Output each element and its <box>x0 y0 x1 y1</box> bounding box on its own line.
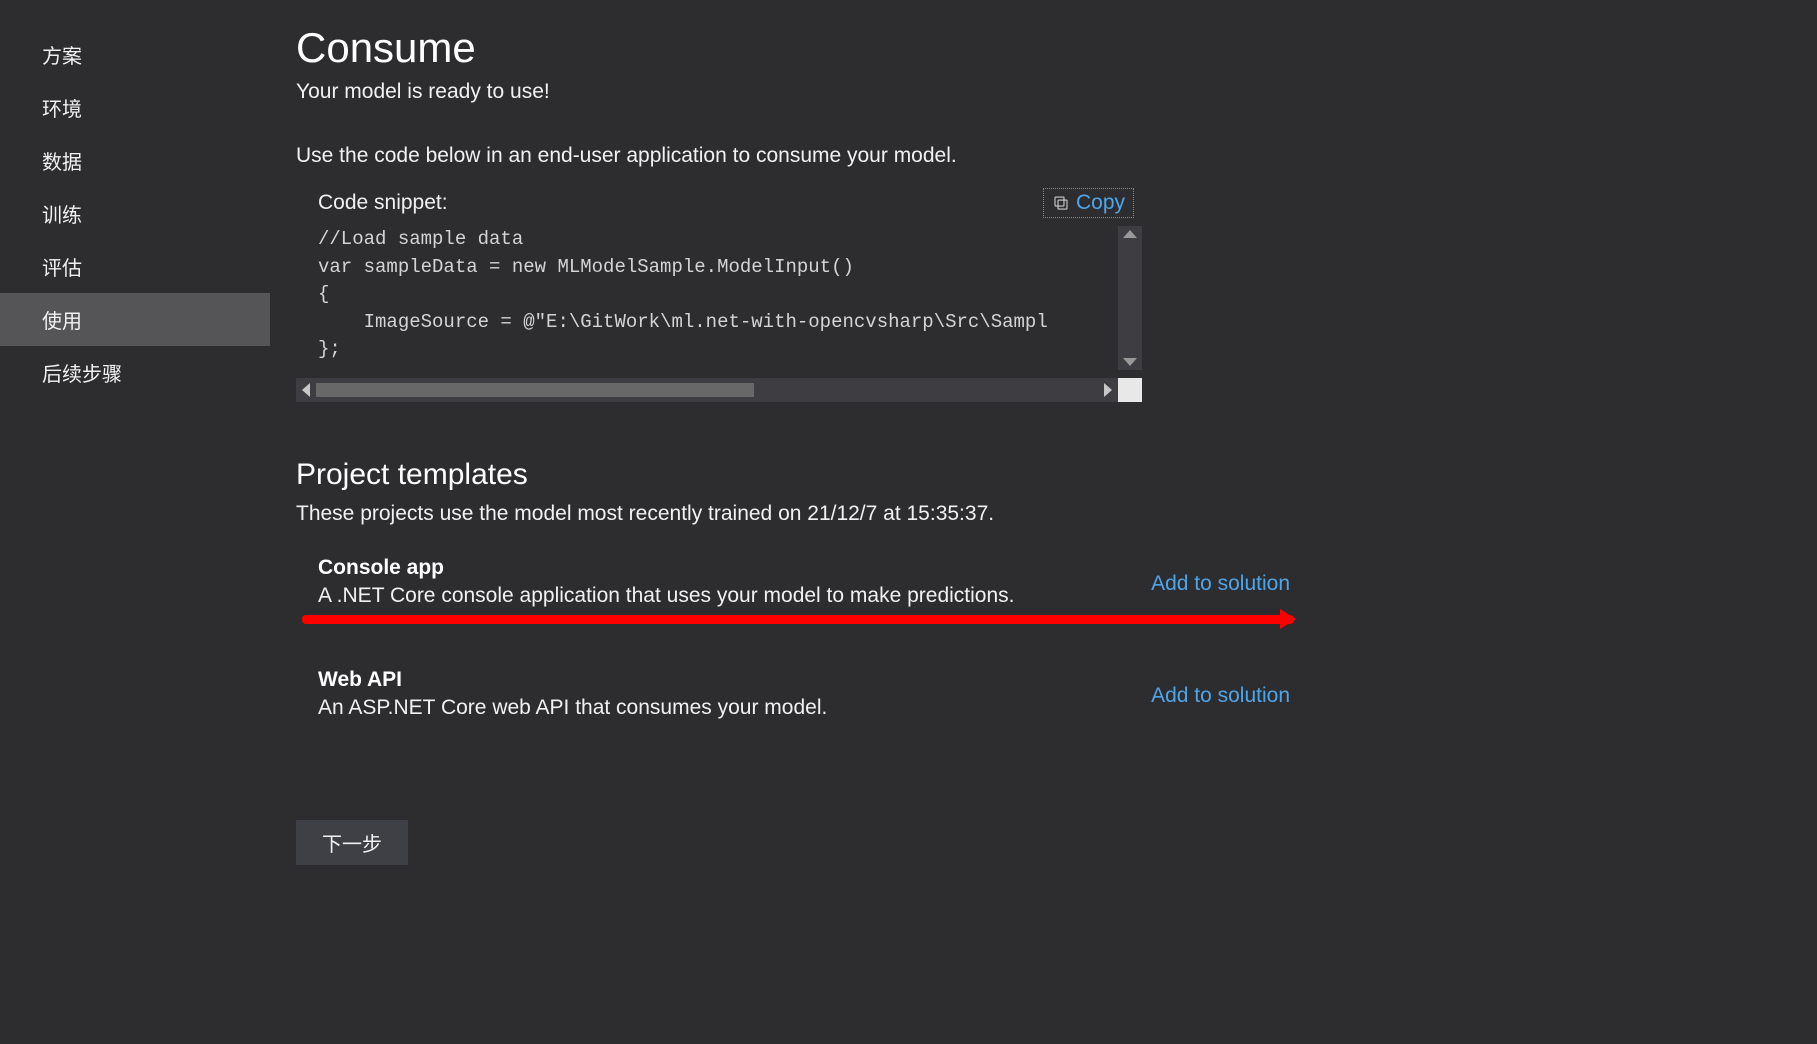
sidebar-item-evaluate[interactable]: 评估 <box>0 240 270 293</box>
horizontal-scrollbar[interactable] <box>296 378 1142 402</box>
template-name: Console app <box>318 556 1151 580</box>
vertical-scrollbar[interactable] <box>1118 226 1142 370</box>
page-subtitle: Your model is ready to use! <box>296 80 1142 104</box>
sidebar: 方案 环境 数据 训练 评估 使用 后续步骤 <box>0 0 270 1044</box>
code-snippet[interactable]: //Load sample data var sampleData = new … <box>296 226 1118 370</box>
sidebar-item-environment[interactable]: 环境 <box>0 81 270 134</box>
scroll-left-icon[interactable] <box>302 383 310 397</box>
template-console-app: Console app A .NET Core console applicat… <box>296 556 1290 608</box>
copy-icon <box>1052 194 1070 212</box>
h-scroll-thumb[interactable] <box>316 383 754 397</box>
templates-title: Project templates <box>296 458 1142 492</box>
code-container: //Load sample data var sampleData = new … <box>296 226 1142 402</box>
instruction-text: Use the code below in an end-user applic… <box>296 144 1142 168</box>
add-to-solution-link[interactable]: Add to solution <box>1151 556 1290 596</box>
snippet-label: Code snippet: <box>318 191 448 215</box>
templates-desc: These projects use the model most recent… <box>296 502 1142 526</box>
annotation-underline <box>302 615 1294 624</box>
scroll-right-icon[interactable] <box>1104 383 1112 397</box>
sidebar-item-data[interactable]: 数据 <box>0 134 270 187</box>
copy-button[interactable]: Copy <box>1043 188 1134 218</box>
page-title: Consume <box>296 24 1142 72</box>
add-to-solution-link[interactable]: Add to solution <box>1151 668 1290 708</box>
sidebar-item-consume[interactable]: 使用 <box>0 293 270 346</box>
next-button[interactable]: 下一步 <box>296 820 408 865</box>
scroll-up-icon[interactable] <box>1123 230 1137 238</box>
sidebar-item-next-steps[interactable]: 后续步骤 <box>0 346 270 399</box>
main-content: Consume Your model is ready to use! Use … <box>270 0 1370 1044</box>
template-desc: An ASP.NET Core web API that consumes yo… <box>318 696 1151 720</box>
template-name: Web API <box>318 668 1151 692</box>
sidebar-item-train[interactable]: 训练 <box>0 187 270 240</box>
h-scroll-track[interactable] <box>316 383 1098 397</box>
copy-label: Copy <box>1076 191 1125 215</box>
scroll-down-icon[interactable] <box>1123 358 1137 366</box>
template-web-api: Web API An ASP.NET Core web API that con… <box>296 668 1290 720</box>
sidebar-item-scenario[interactable]: 方案 <box>0 28 270 81</box>
template-desc: A .NET Core console application that use… <box>318 584 1151 608</box>
snippet-header: Code snippet: Copy <box>296 188 1142 218</box>
scroll-corner <box>1118 378 1142 402</box>
